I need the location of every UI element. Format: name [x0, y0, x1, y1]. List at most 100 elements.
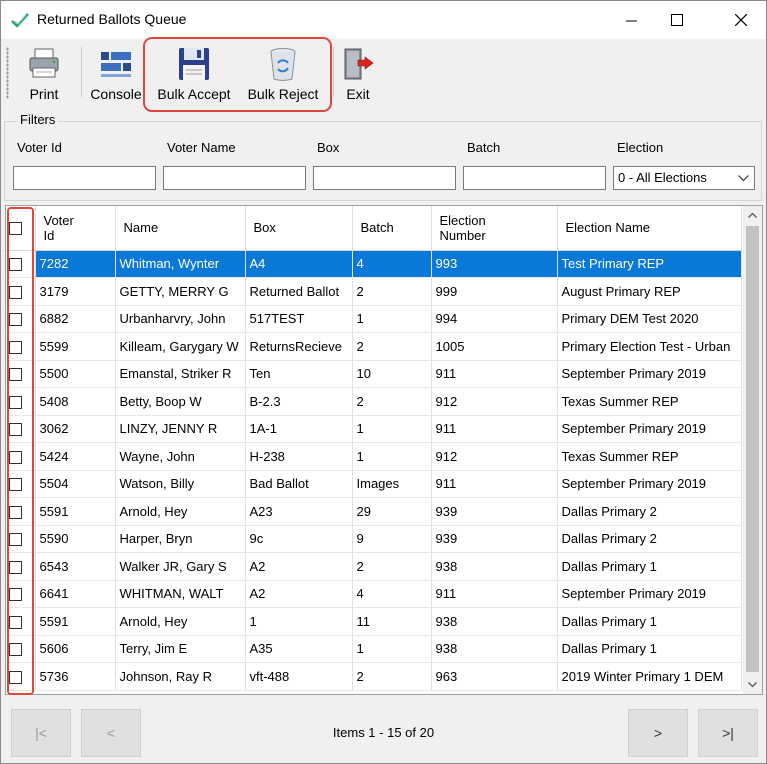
- cell-election-name[interactable]: Test Primary REP: [557, 250, 742, 278]
- cell-election-name[interactable]: Primary Election Test - Urban: [557, 332, 742, 361]
- cell-election-number[interactable]: 999: [431, 277, 558, 306]
- cell-batch[interactable]: 9: [352, 525, 432, 553]
- cell-name[interactable]: Walker JR, Gary S: [115, 552, 246, 581]
- cell-voter-id[interactable]: 3062: [35, 415, 116, 443]
- cell-box[interactable]: Returned Ballot: [245, 277, 353, 306]
- next-page-button[interactable]: >: [628, 709, 688, 757]
- cell-election-number[interactable]: 938: [431, 607, 558, 636]
- vertical-scrollbar[interactable]: [743, 206, 762, 694]
- cell-election-number[interactable]: 963: [431, 662, 558, 691]
- batch-input[interactable]: [463, 166, 606, 190]
- row-checkbox-cell[interactable]: [6, 442, 36, 471]
- table-row[interactable]: 5424 Wayne, John H-238 1 912 Texas Summer REP: [6, 442, 742, 471]
- cell-name[interactable]: Harper, Bryn: [115, 525, 246, 553]
- election-select[interactable]: 0 - All Elections: [613, 166, 755, 190]
- cell-voter-id[interactable]: 5424: [35, 442, 116, 471]
- cell-batch[interactable]: 1: [352, 442, 432, 471]
- cell-election-name[interactable]: Primary DEM Test 2020: [557, 305, 742, 333]
- cell-election-number[interactable]: 939: [431, 525, 558, 553]
- table-row[interactable]: 5736 Johnson, Ray Rvft-488 2 963 2019 Winter…: [6, 662, 742, 691]
- cell-voter-id[interactable]: 5736: [35, 662, 116, 691]
- cell-batch[interactable]: 11: [352, 607, 432, 636]
- scroll-down-icon[interactable]: [748, 680, 757, 689]
- cell-name[interactable]: Wayne, John: [115, 442, 246, 471]
- minimize-button[interactable]: [608, 1, 654, 39]
- row-checkbox[interactable]: [9, 670, 22, 684]
- cell-name[interactable]: Johnson, Ray R: [115, 662, 246, 691]
- cell-election-name[interactable]: 2019 Winter Primary 1 DEM: [557, 662, 742, 691]
- cell-voter-id[interactable]: 5599: [35, 332, 116, 361]
- scrollbar-thumb[interactable]: [746, 226, 759, 672]
- row-checkbox-cell[interactable]: [6, 360, 36, 388]
- cell-box[interactable]: 1A-1: [245, 415, 353, 443]
- cell-box[interactable]: vft-488: [245, 662, 353, 691]
- row-checkbox[interactable]: [9, 395, 22, 409]
- row-checkbox[interactable]: [9, 313, 22, 327]
- cell-batch[interactable]: 1: [352, 415, 432, 443]
- cell-election-number[interactable]: 993: [431, 250, 558, 278]
- row-checkbox[interactable]: [9, 450, 22, 464]
- cell-name[interactable]: GETTY, MERRY G: [115, 277, 246, 306]
- table-row[interactable]: 5591 Arnold, Hey 1 11 938 Dallas Primary 1: [6, 607, 742, 636]
- row-checkbox-cell[interactable]: [6, 662, 36, 691]
- cell-election-name[interactable]: August Primary REP: [557, 277, 742, 306]
- close-button[interactable]: [718, 1, 764, 39]
- cell-name[interactable]: Betty, Boop W: [115, 387, 246, 416]
- row-checkbox[interactable]: [9, 615, 22, 629]
- cell-voter-id[interactable]: 7282: [35, 250, 116, 278]
- console-button[interactable]: Console: [87, 42, 145, 104]
- cell-batch[interactable]: 29: [352, 497, 432, 526]
- cell-voter-id[interactable]: 5408: [35, 387, 116, 416]
- row-checkbox-cell[interactable]: [6, 250, 36, 278]
- cell-batch[interactable]: 2: [352, 277, 432, 306]
- row-checkbox[interactable]: [9, 423, 22, 437]
- bulk-accept-button[interactable]: Bulk Accept: [151, 42, 237, 104]
- cell-box[interactable]: A2: [245, 580, 353, 608]
- box-header[interactable]: Box: [245, 206, 353, 251]
- row-checkbox[interactable]: [9, 505, 22, 519]
- cell-election-name[interactable]: Dallas Primary 2: [557, 497, 742, 526]
- cell-voter-id[interactable]: 6882: [35, 305, 116, 333]
- exit-button[interactable]: Exit: [337, 42, 379, 104]
- cell-box[interactable]: Ten: [245, 360, 353, 388]
- cell-election-name[interactable]: Texas Summer REP: [557, 387, 742, 416]
- cell-box[interactable]: B-2.3: [245, 387, 353, 416]
- row-checkbox-cell[interactable]: [6, 470, 36, 498]
- table-row[interactable]: 5591 Arnold, Hey A23 29 939 Dallas Primary 2: [6, 497, 742, 526]
- bulk-reject-button[interactable]: Bulk Reject: [241, 42, 325, 104]
- cell-batch[interactable]: 1: [352, 635, 432, 663]
- cell-voter-id[interactable]: 6641: [35, 580, 116, 608]
- scroll-up-icon[interactable]: [748, 211, 757, 220]
- cell-batch[interactable]: 10: [352, 360, 432, 388]
- table-row[interactable]: 7282 Whitman, Wynter A4 4 993 Test Primary RE…: [6, 250, 742, 278]
- cell-box[interactable]: H-238: [245, 442, 353, 471]
- cell-batch[interactable]: 2: [352, 552, 432, 581]
- row-checkbox-cell[interactable]: [6, 580, 36, 608]
- cell-name[interactable]: Urbanharvry, John: [115, 305, 246, 333]
- row-checkbox[interactable]: [9, 643, 22, 657]
- cell-election-number[interactable]: 1005: [431, 332, 558, 361]
- cell-box[interactable]: A2: [245, 552, 353, 581]
- select-all-checkbox[interactable]: [9, 222, 22, 236]
- name-header[interactable]: Name: [115, 206, 246, 251]
- voter-id-header[interactable]: Voter Id: [35, 206, 116, 251]
- cell-name[interactable]: WHITMAN, WALT: [115, 580, 246, 608]
- table-row[interactable]: 5500 Emanstal, Striker R Ten 10 911 September…: [6, 360, 742, 388]
- row-checkbox-cell[interactable]: [6, 387, 36, 416]
- row-checkbox[interactable]: [9, 285, 22, 299]
- cell-election-name[interactable]: September Primary 2019: [557, 360, 742, 388]
- cell-election-name[interactable]: Dallas Primary 1: [557, 635, 742, 663]
- cell-batch[interactable]: 4: [352, 580, 432, 608]
- election-number-header[interactable]: Election Number: [431, 206, 558, 251]
- cell-box[interactable]: 9c: [245, 525, 353, 553]
- cell-election-number[interactable]: 912: [431, 442, 558, 471]
- cell-batch[interactable]: 2: [352, 387, 432, 416]
- table-row[interactable]: 5606 Terry, Jim E A35 1 938 Dallas Primary 1: [6, 635, 742, 663]
- cell-voter-id[interactable]: 6543: [35, 552, 116, 581]
- row-checkbox-cell[interactable]: [6, 277, 36, 306]
- row-checkbox[interactable]: [9, 340, 22, 354]
- last-page-button[interactable]: >|: [698, 709, 758, 757]
- cell-name[interactable]: Watson, Billy: [115, 470, 246, 498]
- cell-voter-id[interactable]: 5606: [35, 635, 116, 663]
- cell-name[interactable]: Arnold, Hey: [115, 497, 246, 526]
